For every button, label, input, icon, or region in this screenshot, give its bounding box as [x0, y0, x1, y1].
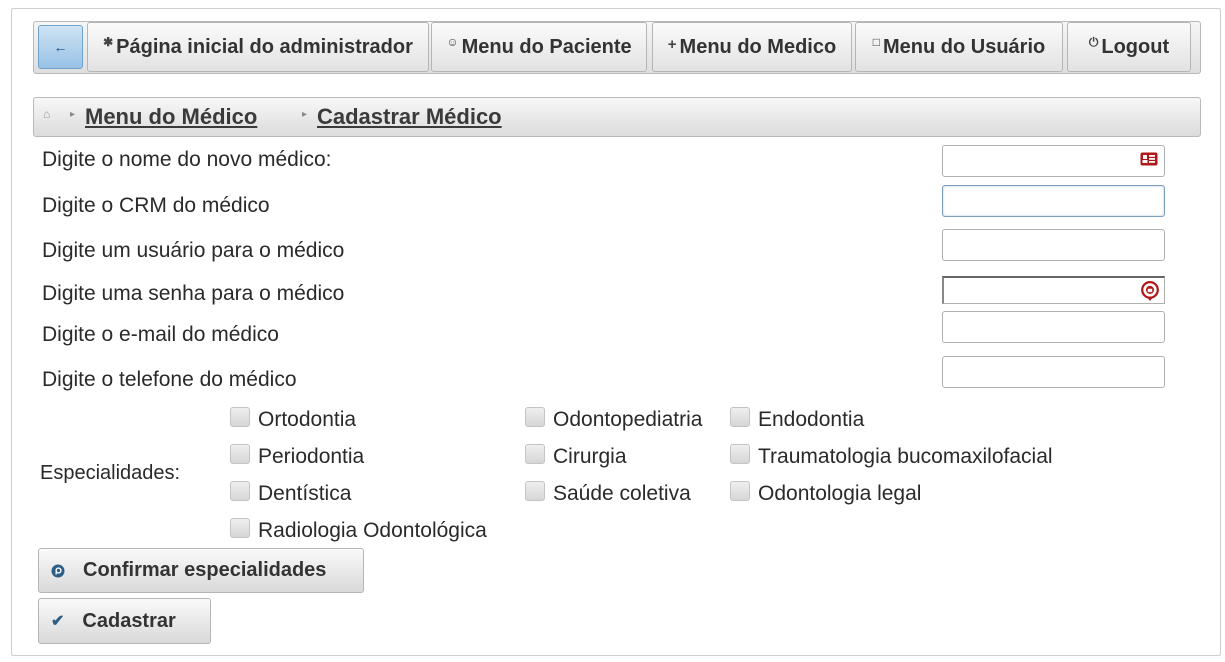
specialty-label: Endodontia: [758, 408, 865, 431]
breadcrumb: ⌂ ▸ Menu do Médico ▸ Cadastrar Médico: [33, 97, 1201, 137]
crm-field[interactable]: [942, 185, 1165, 217]
specialty-option[interactable]: Periodontia: [230, 444, 365, 469]
plus-icon: +: [667, 35, 677, 53]
specialty-label: Odontologia legal: [758, 482, 922, 505]
checkbox[interactable]: [230, 518, 250, 538]
crm-input[interactable]: [943, 186, 1145, 214]
username-label: Digite um usuário para o médico: [42, 239, 345, 262]
checkbox[interactable]: [525, 481, 545, 501]
menu-item-label: Menu do Usuário: [883, 35, 1046, 58]
name-input[interactable]: [943, 146, 1145, 174]
confirm-specialties-button[interactable]: Confirmar especialidades: [38, 548, 364, 593]
power-icon: ⏻: [1088, 34, 1099, 49]
breadcrumb-item-register-doctor[interactable]: Cadastrar Médico: [317, 104, 502, 130]
phone-field[interactable]: [942, 356, 1165, 388]
menu-item-admin-home[interactable]: ✱ Página inicial do administrador: [87, 22, 429, 72]
specialty-option[interactable]: Cirurgia: [525, 444, 627, 469]
menu-item-label: Página inicial do administrador: [116, 35, 413, 58]
specialty-label: Cirurgia: [553, 445, 627, 468]
specialty-option[interactable]: Odontologia legal: [730, 481, 922, 506]
checkbox[interactable]: [730, 481, 750, 501]
specialty-option[interactable]: Endodontia: [730, 407, 865, 432]
crm-label: Digite o CRM do médico: [42, 194, 270, 217]
menu-item-label: Menu do Medico: [679, 35, 837, 58]
checkbox[interactable]: [525, 444, 545, 464]
specialty-option[interactable]: Radiologia Odontológica: [230, 518, 487, 543]
register-label: Cadastrar: [82, 609, 176, 632]
specialty-option[interactable]: Ortodontia: [230, 407, 357, 432]
username-input[interactable]: [943, 230, 1145, 258]
person-icon: ☺: [446, 35, 459, 49]
checkbox[interactable]: [230, 481, 250, 501]
menu-item-doctor[interactable]: + Menu do Medico: [652, 22, 852, 72]
specialty-label: Ortodontia: [258, 408, 357, 431]
specialty-label: Traumatologia bucomaxilofacial: [758, 445, 1053, 468]
specialty-label: Radiologia Odontológica: [258, 519, 487, 542]
checkbox[interactable]: [730, 407, 750, 427]
specialty-option[interactable]: Dentística: [230, 481, 352, 506]
home-icon[interactable]: ⌂: [43, 107, 50, 121]
chevron-right-icon: ▸: [302, 109, 308, 120]
email-input[interactable]: [943, 312, 1145, 340]
specialties-label: Especialidades:: [40, 462, 181, 484]
menu-item-label: Menu do Paciente: [461, 35, 632, 58]
checkbox[interactable]: [525, 407, 545, 427]
password-label: Digite uma senha para o médico: [42, 282, 345, 305]
password-field[interactable]: [942, 276, 1165, 304]
back-button[interactable]: ←: [38, 25, 83, 69]
menu-item-label: Logout: [1101, 35, 1170, 58]
specialty-option[interactable]: Saúde coletiva: [525, 481, 691, 506]
id-card-icon: [1140, 152, 1158, 166]
menu-item-user[interactable]: □ Menu do Usuário: [855, 22, 1063, 72]
confirm-icon: [51, 564, 65, 578]
register-button[interactable]: ✔ Cadastrar: [38, 598, 211, 644]
confirm-specialties-label: Confirmar especialidades: [83, 559, 327, 581]
specialty-label: Periodontia: [258, 445, 365, 468]
checkbox[interactable]: [230, 444, 250, 464]
specialty-label: Saúde coletiva: [553, 482, 691, 505]
arrow-left-icon: ←: [53, 39, 68, 55]
specialty-option[interactable]: Traumatologia bucomaxilofacial: [730, 444, 1053, 469]
checkbox[interactable]: [230, 407, 250, 427]
username-field[interactable]: [942, 229, 1165, 261]
breadcrumb-item-doctor-menu[interactable]: Menu do Médico: [85, 104, 257, 130]
name-label: Digite o nome do novo médico:: [42, 148, 332, 171]
phone-input[interactable]: [943, 357, 1145, 385]
password-key-icon: [1141, 281, 1159, 301]
email-label: Digite o e-mail do médico: [42, 323, 279, 346]
password-input[interactable]: [944, 278, 1146, 302]
specialty-label: Odontopediatria: [553, 408, 703, 431]
checkbox[interactable]: [730, 444, 750, 464]
checkmark-icon: ✔: [51, 613, 65, 630]
name-field[interactable]: [942, 145, 1165, 177]
email-field[interactable]: [942, 311, 1165, 343]
gear-icon: ✱: [103, 35, 114, 49]
menu-item-logout[interactable]: ⏻ Logout: [1067, 22, 1191, 72]
clipboard-icon: □: [872, 35, 880, 49]
chevron-right-icon: ▸: [70, 109, 76, 120]
specialty-option[interactable]: Odontopediatria: [525, 407, 703, 432]
specialty-label: Dentística: [258, 482, 352, 505]
phone-label: Digite o telefone do médico: [42, 368, 297, 391]
menu-item-patient[interactable]: ☺ Menu do Paciente: [431, 22, 647, 72]
